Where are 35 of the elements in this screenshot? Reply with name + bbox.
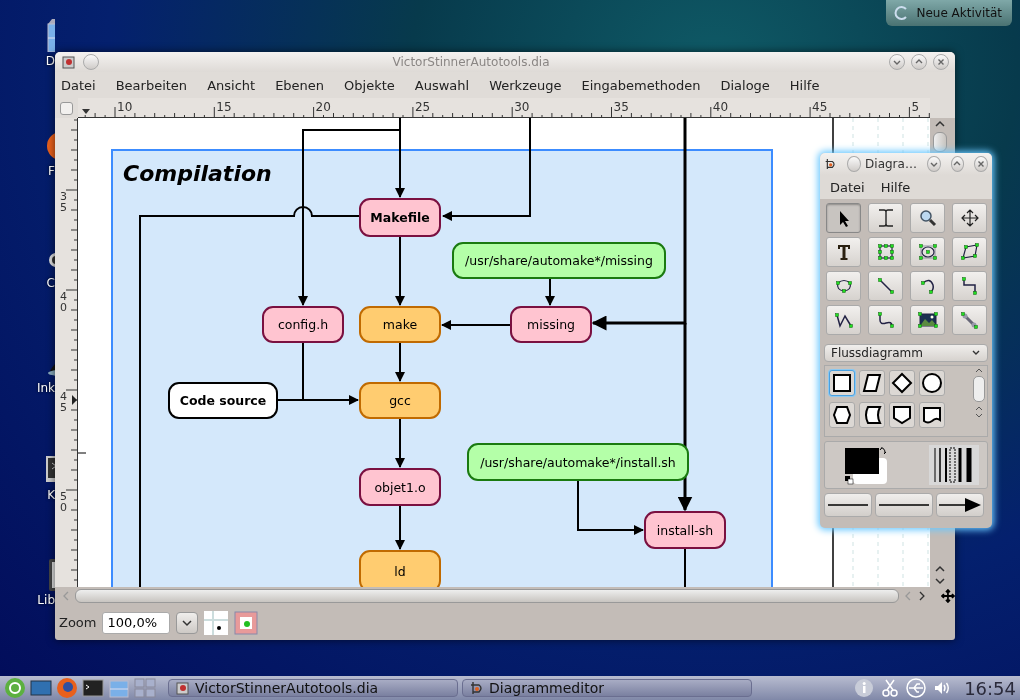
flowchart-node: config.h — [262, 306, 344, 343]
flowchart-node: objet1.o — [359, 468, 441, 506]
group-title: Compilation — [123, 161, 272, 186]
zoom-label: Zoom — [59, 615, 97, 630]
flowchart-node: gcc — [359, 382, 441, 419]
ruler-label: 15 — [216, 100, 232, 114]
ruler-label: 25 — [414, 100, 431, 114]
flowchart-node: Code source — [168, 382, 278, 419]
desktop-icon-label: D — [45, 54, 55, 68]
desktop-icon-label: Ink — [36, 381, 55, 395]
flowchart-node: missing — [510, 306, 592, 343]
ruler-label: 35 — [613, 100, 629, 114]
window-title: VictorStinnerAutotools.dia — [391, 55, 551, 69]
clock: 16:54 — [964, 677, 1016, 699]
ruler-label: 50 — [60, 490, 67, 514]
flowchart-node: make — [359, 306, 441, 343]
desktop-icon-label: Lib — [37, 593, 55, 607]
desktop-icon-label: K — [47, 488, 55, 502]
ruler-label: 5 — [911, 100, 920, 114]
flowchart-node: /usr/share/automake*/missing — [452, 242, 666, 279]
flowchart-node: install-sh — [644, 511, 726, 549]
desktop-icon-label: C — [46, 276, 55, 290]
ruler-label: 35 — [60, 190, 67, 214]
ruler-label: 40 — [60, 290, 67, 314]
flowchart-node: /usr/share/automake*/install.sh — [467, 443, 689, 481]
desktop-icon-label: F — [48, 164, 55, 178]
ruler-label: 45 — [812, 100, 828, 114]
ruler-label: 20 — [315, 100, 331, 114]
ruler-label: 45 — [60, 390, 67, 414]
ruler-label: 10 — [117, 100, 133, 114]
ruler-label: 30 — [514, 100, 530, 114]
ruler-label: 40 — [712, 100, 729, 114]
flowchart-node: Makefile — [359, 198, 441, 237]
window-title: Diagra… — [865, 157, 917, 171]
flowchart-node: ld — [359, 550, 441, 587]
